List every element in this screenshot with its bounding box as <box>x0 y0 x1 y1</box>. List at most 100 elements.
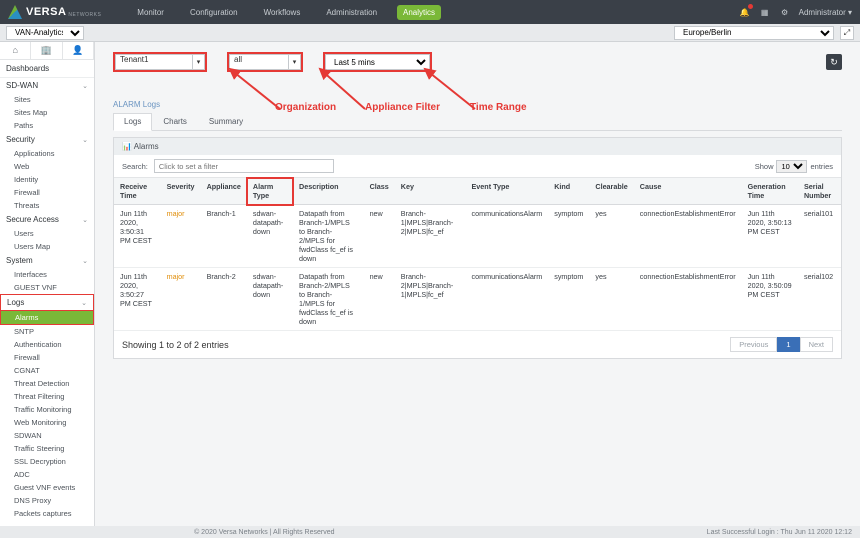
context-bar: VAN-Analytics-1 Europe/Berlin ⤢ <box>0 24 860 42</box>
home-icon[interactable]: ⌂ <box>0 42 31 59</box>
table-row[interactable]: Jun 11th 2020, 3:50:27 PM CESTmajorBranc… <box>114 268 841 331</box>
sidebar-item-authentication[interactable]: Authentication <box>0 338 94 351</box>
pager-page-1[interactable]: 1 <box>777 337 799 352</box>
sidebar-item-interfaces[interactable]: Interfaces <box>0 268 94 281</box>
timerange-select[interactable]: Last 5 mins <box>325 54 430 70</box>
table-row[interactable]: Jun 11th 2020, 3:50:31 PM CESTmajorBranc… <box>114 205 841 268</box>
pager-next[interactable]: Next <box>800 337 833 352</box>
expand-icon[interactable]: ⤢ <box>840 26 854 40</box>
col-key[interactable]: Key <box>395 178 466 205</box>
search-label: Search: <box>122 162 148 171</box>
top-nav: Monitor Configuration Workflows Administ… <box>131 5 441 20</box>
sidebar-item-applications[interactable]: Applications <box>0 147 94 160</box>
topbar: VERSA NETWORKS Monitor Configuration Wor… <box>0 0 860 24</box>
nav-workflows[interactable]: Workflows <box>258 5 307 20</box>
appliance-filter-box: all ▾ <box>227 52 303 72</box>
tab-charts[interactable]: Charts <box>152 113 198 130</box>
sidebar-item-cgnat[interactable]: CGNAT <box>0 364 94 377</box>
col-receive-time[interactable]: Receive Time <box>114 178 161 205</box>
col-cause[interactable]: Cause <box>634 178 742 205</box>
topbar-right: 🔔 ▦ ⚙ Administrator ▾ <box>739 6 852 18</box>
sidebar-item-traffic-steering[interactable]: Traffic Steering <box>0 442 94 455</box>
group-system[interactable]: System⌄ <box>0 253 94 268</box>
pager-prev[interactable]: Previous <box>730 337 777 352</box>
show-label: Show <box>755 162 774 171</box>
gear-icon[interactable]: ⚙ <box>779 6 791 18</box>
col-severity[interactable]: Severity <box>161 178 201 205</box>
alarms-panel: 📊 Alarms Search: Show 10 entries Receive… <box>113 137 842 359</box>
entries-label: entries <box>810 162 833 171</box>
log-tabs: Logs Charts Summary <box>113 113 842 131</box>
sidebar-item-threat-detection[interactable]: Threat Detection <box>0 377 94 390</box>
nav-monitor[interactable]: Monitor <box>131 5 170 20</box>
sidebar-item-sdwan-log[interactable]: SDWAN <box>0 429 94 442</box>
brand-logo: VERSA NETWORKS <box>8 5 101 19</box>
bell-icon[interactable]: 🔔 <box>739 6 751 18</box>
refresh-button[interactable]: ↻ <box>826 54 842 70</box>
grid-icon[interactable]: ▦ <box>759 6 771 18</box>
sidebar-item-dns-proxy[interactable]: DNS Proxy <box>0 494 94 507</box>
sidebar-item-guest-vnf[interactable]: GUEST VNF <box>0 281 94 294</box>
org-dropdown-icon[interactable]: ▾ <box>193 54 205 70</box>
section-title: ALARM Logs <box>113 100 842 109</box>
col-description[interactable]: Description <box>293 178 364 205</box>
appliance-select[interactable]: all <box>229 54 289 70</box>
sidebar-item-web-monitoring[interactable]: Web Monitoring <box>0 416 94 429</box>
nav-analytics[interactable]: Analytics <box>397 5 441 20</box>
nav-configuration[interactable]: Configuration <box>184 5 244 20</box>
content: Tenant1 ▾ all ▾ Last 5 mins ↻ Organizati… <box>95 42 860 526</box>
entries-select[interactable]: 10 <box>776 160 807 173</box>
tab-summary[interactable]: Summary <box>198 113 254 130</box>
col-alarm-type[interactable]: Alarm Type <box>247 178 293 205</box>
sidebar-item-firewall-log[interactable]: Firewall <box>0 351 94 364</box>
col-generation-time[interactable]: Generation Time <box>742 178 798 205</box>
brand-name: VERSA <box>26 6 66 18</box>
group-sdwan[interactable]: SD-WAN⌄ <box>0 78 94 93</box>
sidebar-item-threat-filtering[interactable]: Threat Filtering <box>0 390 94 403</box>
org-select[interactable]: Tenant1 <box>115 54 193 70</box>
group-logs[interactable]: Logs⌄ <box>0 294 94 311</box>
sidebar: ⌂ 🏢 👤 Dashboards SD-WAN⌄ Sites Sites Map… <box>0 42 95 526</box>
sidebar-item-sntp[interactable]: SNTP <box>0 325 94 338</box>
sidebar-item-guest-vnf-events[interactable]: Guest VNF events <box>0 481 94 494</box>
col-event-type[interactable]: Event Type <box>466 178 549 205</box>
footer-login: Last Successful Login : Thu Jun 11 2020 … <box>707 529 852 536</box>
search-input[interactable] <box>154 159 334 173</box>
col-kind[interactable]: Kind <box>548 178 589 205</box>
col-serial-number[interactable]: Serial Number <box>798 178 841 205</box>
building-icon[interactable]: 🏢 <box>31 42 62 59</box>
sidebar-item-sites-map[interactable]: Sites Map <box>0 106 94 119</box>
sidebar-item-adc[interactable]: ADC <box>0 468 94 481</box>
sidebar-item-threats[interactable]: Threats <box>0 199 94 212</box>
sidebar-item-users-map[interactable]: Users Map <box>0 240 94 253</box>
sidebar-item-packets-captures[interactable]: Packets captures <box>0 507 94 520</box>
sidebar-item-firewall[interactable]: Firewall <box>0 186 94 199</box>
filter-row: Tenant1 ▾ all ▾ Last 5 mins ↻ <box>113 52 842 72</box>
context-select[interactable]: VAN-Analytics-1 <box>6 26 84 40</box>
tab-logs[interactable]: Logs <box>113 113 152 131</box>
sidebar-item-identity[interactable]: Identity <box>0 173 94 186</box>
sidebar-item-traffic-monitoring[interactable]: Traffic Monitoring <box>0 403 94 416</box>
alarms-table: Receive Time Severity Appliance Alarm Ty… <box>114 178 841 331</box>
sidebar-item-alarms[interactable]: Alarms <box>0 311 94 325</box>
sidebar-item-paths[interactable]: Paths <box>0 119 94 132</box>
logo-icon <box>8 5 22 19</box>
group-security[interactable]: Security⌄ <box>0 132 94 147</box>
group-secure-access[interactable]: Secure Access⌄ <box>0 212 94 227</box>
timezone-select[interactable]: Europe/Berlin <box>674 26 834 40</box>
nav-administration[interactable]: Administration <box>320 5 383 20</box>
user-icon[interactable]: 👤 <box>63 42 94 59</box>
org-filter-box: Tenant1 ▾ <box>113 52 207 72</box>
sidebar-item-ssl-decryption[interactable]: SSL Decryption <box>0 455 94 468</box>
col-appliance[interactable]: Appliance <box>201 178 247 205</box>
sidebar-item-web[interactable]: Web <box>0 160 94 173</box>
dashboards-heading: Dashboards <box>0 60 94 78</box>
sidebar-item-sites[interactable]: Sites <box>0 93 94 106</box>
appliance-dropdown-icon[interactable]: ▾ <box>289 54 301 70</box>
timerange-filter-box: Last 5 mins <box>323 52 432 72</box>
sidebar-item-users[interactable]: Users <box>0 227 94 240</box>
footer: © 2020 Versa Networks | All Rights Reser… <box>0 526 860 538</box>
col-clearable[interactable]: Clearable <box>589 178 633 205</box>
col-class[interactable]: Class <box>364 178 395 205</box>
admin-menu[interactable]: Administrator ▾ <box>799 8 852 17</box>
